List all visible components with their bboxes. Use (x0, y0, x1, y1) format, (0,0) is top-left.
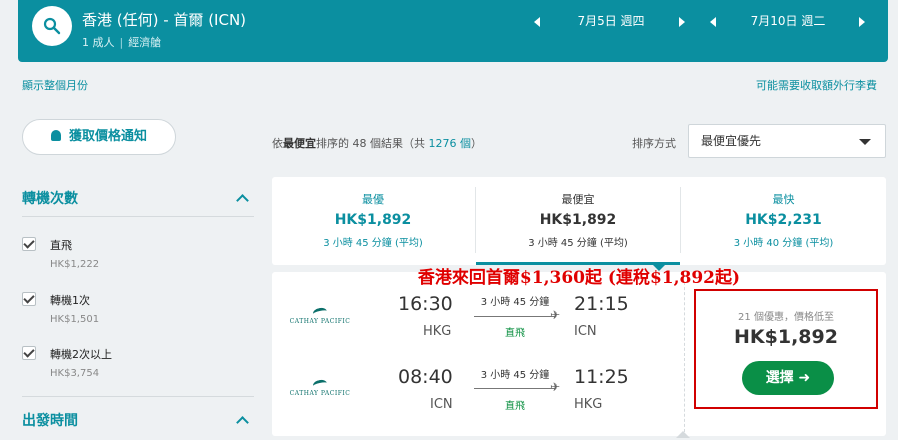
results-summary: 依最便宜排序的 48 個結果（共 1276 個） (272, 135, 482, 151)
sort-value: 最便宜優先 (701, 134, 762, 148)
tab-duration: 3 小時 40 分鐘 (平均) (733, 238, 834, 249)
next-return-date-icon[interactable] (854, 14, 870, 30)
stops-checkbox-1-stop[interactable] (22, 292, 36, 306)
tab-price: HK$1,892 (334, 212, 412, 228)
leg-arrive-time: 21:15 (574, 293, 629, 315)
collapse-departure-icon[interactable] (236, 414, 248, 426)
bell-icon (50, 130, 61, 141)
stops-label-2-plus: 轉機2次以上 (50, 348, 112, 361)
airline-logo: CATHAY PACIFIC (288, 378, 352, 397)
tab-duration: 3 小時 45 分鐘 (平均) (528, 238, 628, 249)
cathay-brushwing-icon (311, 378, 329, 388)
sort-summary-tabs: 最優 HK$1,892 3 小時 45 分鐘 (平均) 最便宜 HK$1,892… (272, 177, 886, 265)
leg-depart-code: ICN (430, 397, 453, 412)
summary-sort-name: 最便宜 (283, 137, 316, 150)
collapse-stops-icon[interactable] (236, 192, 248, 204)
sort-label: 排序方式 (632, 137, 676, 150)
tab-cheapest[interactable]: 最便宜 HK$1,892 3 小時 45 分鐘 (平均) (476, 177, 680, 265)
summary-suffix: ） (471, 137, 482, 150)
leg-depart-time: 08:40 (398, 366, 453, 388)
deals-count-text: 21 個優惠，價格低至 (738, 312, 834, 323)
details-toggle-icon[interactable] (676, 431, 690, 438)
price-alert-label: 獲取價格通知 (68, 129, 147, 144)
result-price: HK$1,892 (734, 326, 838, 348)
airline-name: CATHAY PACIFIC (289, 318, 351, 325)
leg-duration: 3 小時 45 分鐘 (480, 297, 550, 308)
depart-date[interactable]: 7月5日 週四 (566, 12, 656, 29)
stops-label-1-stop: 轉機1次 (50, 294, 90, 307)
show-whole-month-link[interactable]: 顯示整個月份 (22, 77, 88, 93)
prev-return-date-icon[interactable] (706, 14, 722, 30)
route-line (474, 388, 556, 389)
stops-filter-title[interactable]: 轉機次數 (22, 188, 78, 208)
tab-label: 最優 (362, 193, 384, 206)
summary-prefix: 依 (272, 137, 283, 150)
route-title[interactable]: 香港 (任何) - 首爾 (ICN) (82, 9, 246, 30)
tab-best[interactable]: 最優 HK$1,892 3 小時 45 分鐘 (平均) (272, 177, 474, 265)
price-alert-button[interactable]: 獲取價格通知 (22, 119, 176, 155)
stops-checkbox-nonstop[interactable] (22, 237, 36, 251)
chevron-down-icon (859, 139, 871, 145)
tab-fastest[interactable]: 最快 HK$2,231 3 小時 40 分鐘 (平均) (681, 177, 886, 265)
stops-label-nonstop: 直飛 (50, 239, 72, 252)
stops-price-nonstop: HK$1,222 (50, 259, 100, 270)
passenger-cabin[interactable]: 1 成人 | 經濟艙 (82, 34, 161, 50)
stops-checkbox-2-plus[interactable] (22, 346, 36, 360)
next-depart-date-icon[interactable] (674, 14, 690, 30)
departure-time-filter-title[interactable]: 出發時間 (22, 410, 78, 430)
airplane-icon: ✈ (550, 308, 561, 322)
summary-total-count[interactable]: 1276 個 (429, 137, 472, 150)
prev-depart-date-icon[interactable] (530, 14, 546, 30)
airplane-icon: ✈ (550, 380, 561, 394)
airline-logo: CATHAY PACIFIC (288, 306, 352, 325)
leg-arrive-code: ICN (574, 324, 597, 339)
sort-dropdown[interactable]: 最便宜優先 (688, 124, 886, 158)
return-date[interactable]: 7月10日 週二 (743, 12, 833, 29)
extra-baggage-fee-link[interactable]: 可能需要收取額外行李費 (756, 77, 877, 93)
stops-price-2-plus: HK$3,754 (50, 368, 100, 379)
leg-stops: 直飛 (505, 328, 525, 339)
leg-stops: 直飛 (505, 401, 525, 412)
tab-label: 最便宜 (561, 193, 595, 206)
leg-duration: 3 小時 45 分鐘 (480, 370, 550, 381)
divider (22, 216, 254, 217)
leg-arrive-code: HKG (574, 397, 603, 412)
separator: | (119, 36, 124, 49)
cabin-class: 經濟艙 (128, 36, 162, 49)
divider (684, 282, 685, 432)
tab-price: HK$1,892 (539, 212, 617, 228)
cathay-brushwing-icon (311, 306, 329, 316)
airline-name: CATHAY PACIFIC (289, 390, 351, 397)
summary-mid: 排序的 48 個結果（共 (316, 137, 425, 150)
divider (22, 396, 254, 397)
select-button[interactable]: 選擇 ➜ (742, 361, 834, 395)
route-line (474, 316, 556, 317)
stops-price-1-stop: HK$1,501 (50, 314, 100, 325)
passenger-count: 1 成人 (82, 36, 115, 49)
promo-banner: 香港來回首爾$1,360起 (連稅$1,892起) (417, 268, 741, 288)
leg-arrive-time: 11:25 (574, 366, 629, 388)
tab-price: HK$2,231 (745, 212, 822, 228)
leg-depart-code: HKG (423, 324, 452, 339)
search-icon[interactable] (32, 6, 72, 46)
search-header: 香港 (任何) - 首爾 (ICN) 1 成人 | 經濟艙 7月5日 週四 7月10… (18, 0, 888, 62)
tab-duration: 3 小時 45 分鐘 (平均) (323, 238, 423, 249)
tab-label: 最快 (772, 193, 795, 206)
leg-depart-time: 16:30 (398, 293, 453, 315)
